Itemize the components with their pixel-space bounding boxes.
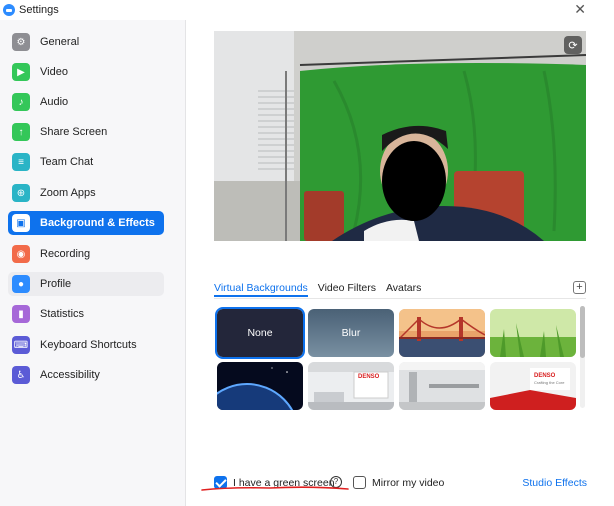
background-golden-gate[interactable] <box>399 309 485 357</box>
sidebar-item-label: Keyboard Shortcuts <box>40 339 137 351</box>
sidebar-item-team-chat[interactable]: ≡ Team Chat <box>8 150 164 174</box>
background-earth-space[interactable] <box>217 362 303 410</box>
sidebar-item-label: Zoom Apps <box>40 187 96 199</box>
red-annotation-underline <box>201 486 349 491</box>
denso-tagline-text: Crafting the Core <box>534 380 565 385</box>
sidebar-item-background-effects[interactable]: ▣ Background & Effects <box>8 211 164 235</box>
sidebar-item-statistics[interactable]: ▮ Statistics <box>8 302 164 326</box>
sidebar-item-label: General <box>40 36 80 48</box>
sidebar-item-zoom-apps[interactable]: ⊕ Zoom Apps <box>8 181 164 205</box>
sidebar-item-label: Background & Effects <box>40 217 155 229</box>
sidebar-item-label: Video <box>40 66 68 78</box>
sidebar-item-label: Statistics <box>40 308 85 320</box>
background-denso-wall[interactable]: DENSO Crafting the Core <box>490 362 576 410</box>
apps-icon: ⊕ <box>12 184 30 202</box>
sidebar-item-share-screen[interactable]: ↑ Share Screen <box>8 120 164 144</box>
chat-icon: ≡ <box>12 153 30 171</box>
background-tabs: Virtual Backgrounds Video Filters Avatar… <box>214 281 431 297</box>
background-office-interior[interactable] <box>399 362 485 410</box>
mirror-video-label[interactable]: Mirror my video <box>372 477 444 489</box>
sidebar-item-label: Audio <box>40 96 69 108</box>
settings-sidebar: ⚙ General ▶ Video ♪ Audio ↑ Share Screen ≡ Team C… <box>0 20 186 506</box>
share-screen-icon: ↑ <box>12 123 30 141</box>
video-preview: ⟳ <box>214 31 586 241</box>
mirror-video-checkbox[interactable] <box>353 476 366 489</box>
sidebar-item-recording[interactable]: ◉ Recording <box>8 242 164 266</box>
accessibility-icon: ♿ <box>12 366 30 384</box>
sidebar-item-accessibility[interactable]: ♿ Accessibility <box>8 363 164 387</box>
bar-chart-icon: ▮ <box>12 305 30 323</box>
sidebar-item-label: Team Chat <box>40 156 94 168</box>
sidebar-item-profile[interactable]: ● Profile <box>8 272 164 296</box>
sidebar-item-label: Profile <box>40 278 72 290</box>
sidebar-item-general[interactable]: ⚙ General <box>8 30 164 54</box>
close-button[interactable]: ✕ <box>574 1 586 17</box>
sidebar-item-label: Accessibility <box>40 369 100 381</box>
background-effects-panel: ⟳ Virtual Backgrounds Video Filters Avat… <box>187 20 614 506</box>
camera-feed-image <box>214 31 586 241</box>
record-icon: ◉ <box>12 245 30 263</box>
background-office-denso[interactable]: DENSO <box>308 362 394 410</box>
background-grid: None Blur DENSO DENSO Crafting the Core <box>214 306 576 410</box>
background-blur-label: Blur <box>341 327 361 339</box>
title-bar: Settings ✕ <box>0 0 614 20</box>
gear-icon: ⚙ <box>12 33 30 51</box>
rotate-video-button[interactable]: ⟳ <box>564 36 582 54</box>
headphones-icon: ♪ <box>12 93 30 111</box>
tab-avatars[interactable]: Avatars <box>386 281 421 297</box>
studio-effects-link[interactable]: Studio Effects <box>522 477 587 489</box>
background-grass[interactable] <box>490 309 576 357</box>
sidebar-item-audio[interactable]: ♪ Audio <box>8 90 164 114</box>
window-title: Settings <box>19 4 59 16</box>
background-none-label: None <box>247 327 273 339</box>
background-none[interactable]: None <box>215 307 305 359</box>
sidebar-item-label: Share Screen <box>40 126 108 138</box>
sidebar-item-video[interactable]: ▶ Video <box>8 60 164 84</box>
profile-icon: ● <box>12 275 30 293</box>
sidebar-item-label: Recording <box>40 248 91 260</box>
sidebar-item-keyboard-shortcuts[interactable]: ⌨ Keyboard Shortcuts <box>8 333 164 357</box>
background-grid-scrollbar[interactable] <box>580 306 585 408</box>
video-camera-icon: ▶ <box>12 63 30 81</box>
tab-virtual-backgrounds[interactable]: Virtual Backgrounds <box>214 281 308 297</box>
tab-video-filters[interactable]: Video Filters <box>318 281 376 297</box>
background-blur[interactable]: Blur <box>308 309 394 357</box>
zoom-logo-icon <box>3 4 15 16</box>
denso-wall-logo-text: DENSO <box>534 373 556 379</box>
tab-divider <box>214 298 586 299</box>
keyboard-icon: ⌨ <box>12 336 30 354</box>
denso-logo-text: DENSO <box>358 374 380 380</box>
portrait-icon: ▣ <box>12 214 30 232</box>
add-background-button[interactable]: + <box>573 281 586 294</box>
scrollbar-thumb[interactable] <box>580 306 585 358</box>
